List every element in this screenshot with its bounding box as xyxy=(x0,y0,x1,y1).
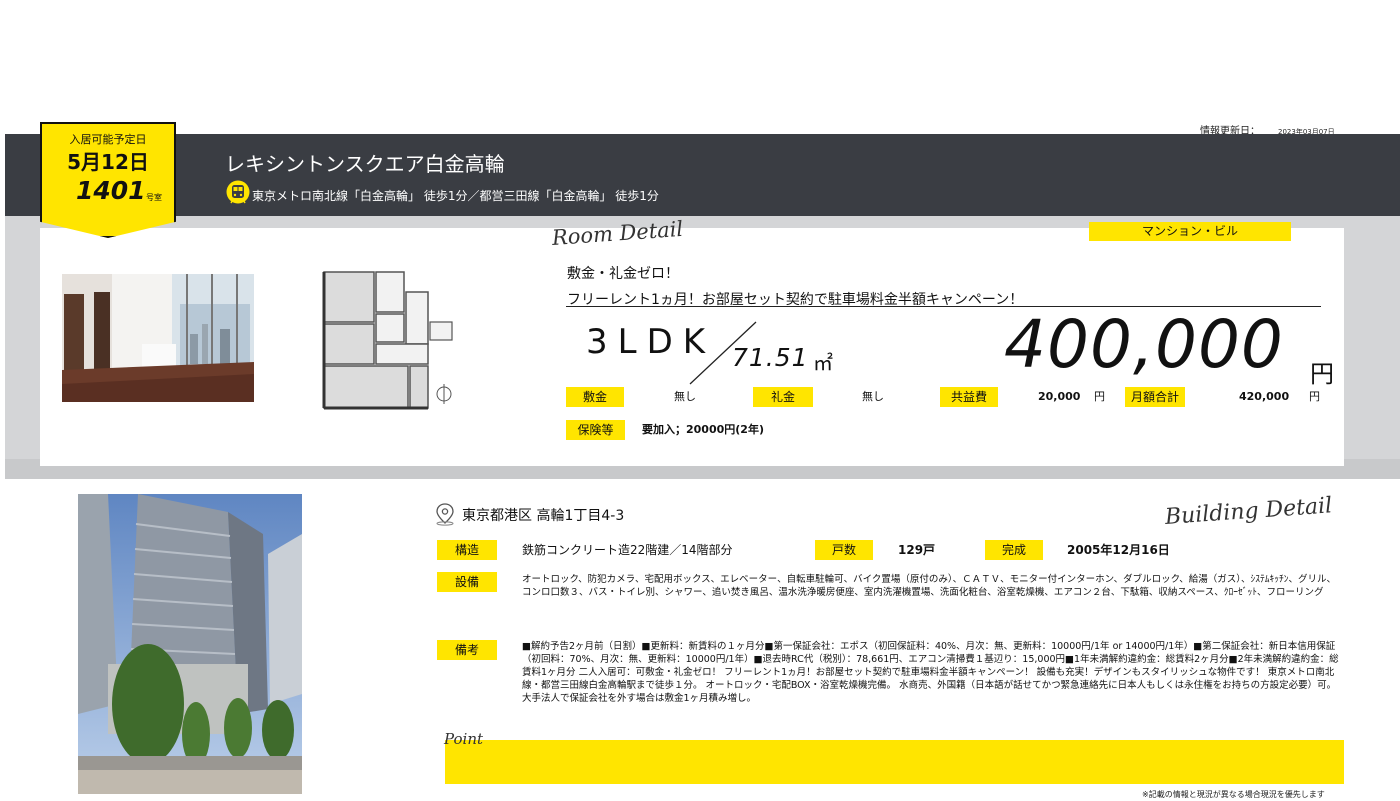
room-photo[interactable] xyxy=(62,274,254,402)
building-address: 東京都港区 高輪1丁目4-3 xyxy=(462,508,625,524)
building-photo[interactable] xyxy=(78,494,302,794)
monthly-total-label: 月額合計 xyxy=(1125,387,1185,407)
floor-area: 71.51 xyxy=(732,343,809,372)
completed-value: 2005年12月16日 xyxy=(1067,543,1170,557)
move-in-label: 入居可能予定日 xyxy=(69,133,147,146)
rent-amount: 400,000 xyxy=(1004,306,1284,383)
monthly-total-value: 420,000 xyxy=(1239,390,1290,403)
common-fee-unit: 円 xyxy=(1094,390,1105,403)
header-band xyxy=(5,134,1400,216)
room-number-suffix: 号室 xyxy=(146,193,162,202)
point-bar xyxy=(445,740,1344,784)
completed-label: 完成 xyxy=(985,540,1043,560)
building-name: レキシントンスクエア白金高輪 xyxy=(225,152,505,176)
remarks-label: 備考 xyxy=(437,640,497,660)
common-fee-value: 20,000 xyxy=(1038,390,1081,403)
common-fee-label: 共益費 xyxy=(940,387,998,407)
equipment-text: オートロック、防犯カメラ、宅配用ボックス、エレベーター、自転車駐輪可、バイク置場… xyxy=(522,574,1336,598)
units-label: 戸数 xyxy=(815,540,873,560)
room-photo-image xyxy=(62,274,254,402)
building-detail-heading: Building Detail xyxy=(1164,493,1333,530)
deposit-value: 無し xyxy=(674,390,696,403)
remarks-text: ■解約予告2ヶ月前（日割）■更新料：新賃料の１ヶ月分■第一保証会社：エポス（初回… xyxy=(522,641,1339,704)
map-pin-icon xyxy=(436,503,454,526)
structure-value: 鉄筋コンクリート造22階建／14階部分 xyxy=(522,543,733,557)
equipment-label: 設備 xyxy=(437,572,497,592)
building-photo-image xyxy=(78,494,302,794)
room-number: 1401 xyxy=(76,176,146,205)
structure-label: 構造 xyxy=(437,540,497,560)
catchphrase-1: 敷金・礼金ゼロ！ xyxy=(567,266,679,282)
key-money-label: 礼金 xyxy=(753,387,813,407)
deposit-label: 敷金 xyxy=(566,387,624,407)
property-type-badge: マンション・ビル xyxy=(1089,222,1291,241)
rent-unit: 円 xyxy=(1310,360,1334,388)
units-value: 129戸 xyxy=(898,543,936,557)
floor-area-unit: ㎡ xyxy=(813,351,833,375)
key-money-value: 無し xyxy=(862,390,884,403)
move-in-date: 5月12日 xyxy=(67,150,149,174)
point-heading: Point xyxy=(444,730,484,748)
station-access: 東京メトロ南北線「白金高輪」 徒歩1分／都営三田線「白金高輪」 徒歩1分 xyxy=(252,189,659,203)
train-icon xyxy=(226,180,250,204)
insurance-value: 要加入；20000円(2年) xyxy=(642,423,764,436)
floor-plan-image[interactable] xyxy=(316,262,468,414)
insurance-label: 保険等 xyxy=(566,420,625,440)
monthly-total-unit: 円 xyxy=(1309,390,1320,403)
footnote: ※記載の情報と現況が異なる場合現況を優先します xyxy=(1142,790,1325,799)
